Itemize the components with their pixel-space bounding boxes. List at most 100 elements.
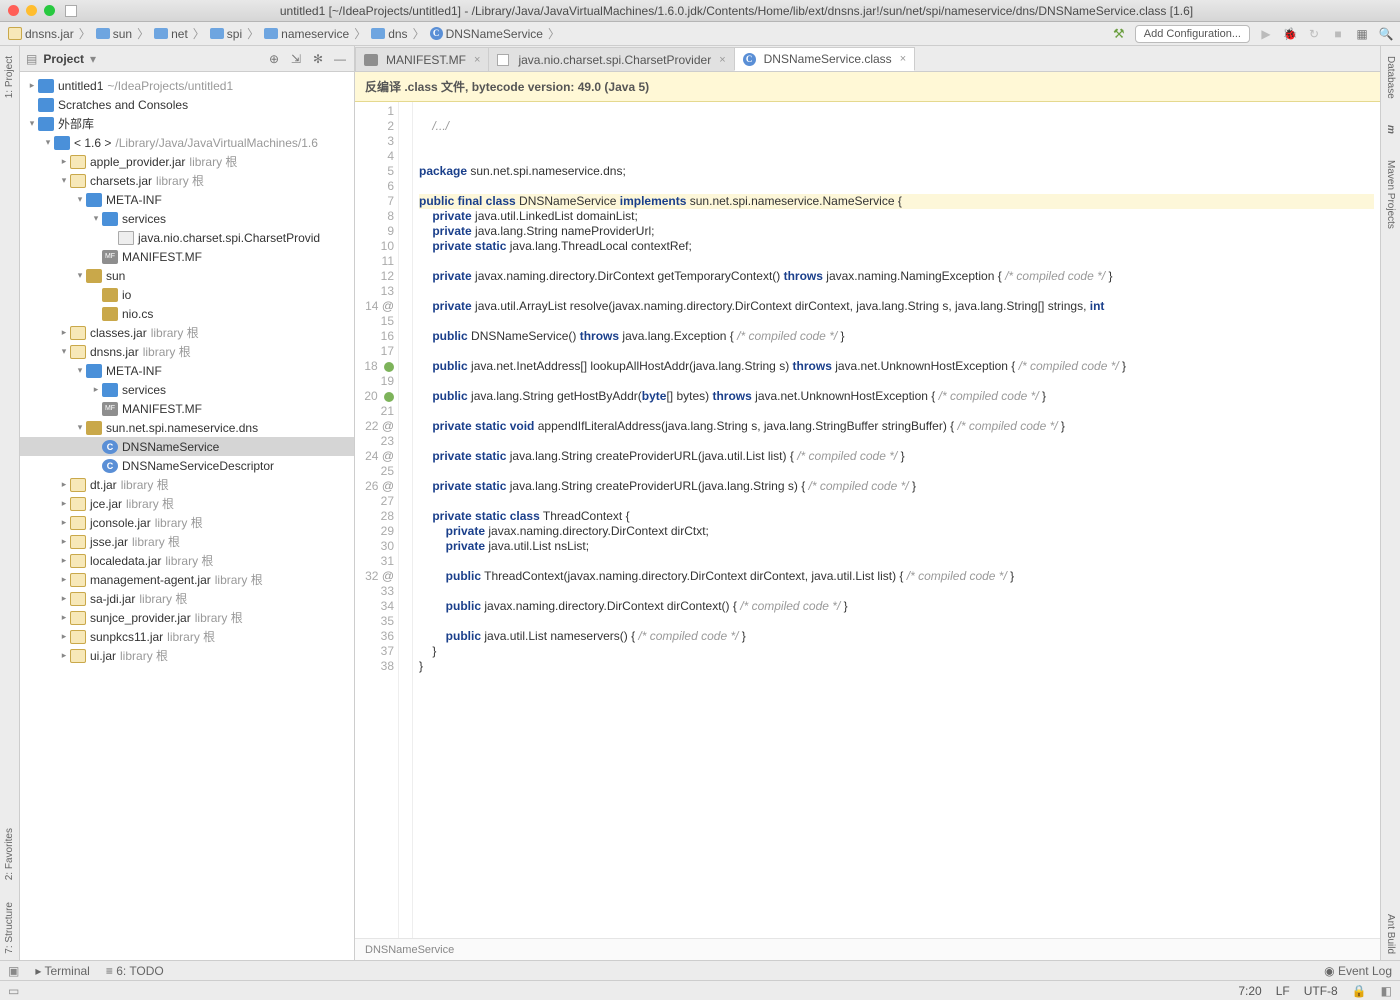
editor-area: MANIFEST.MF×java.nio.charset.spi.Charset… <box>355 46 1380 960</box>
left-tool-strip: 1: Project 2: Favorites 7: Structure <box>0 46 20 960</box>
debug-icon[interactable]: 🐞 <box>1282 26 1298 42</box>
tree-row[interactable]: ▸ui.jarlibrary 根 <box>20 646 354 665</box>
right-tool-strip: Database m Maven Projects Ant Build <box>1380 46 1400 960</box>
status-bar: ▭ 7:20 LF UTF-8 🔒 ◧ <box>0 980 1400 1000</box>
tree-row[interactable]: ▸sunpkcs11.jarlibrary 根 <box>20 627 354 646</box>
breadcrumb-item[interactable]: dnsns.jar <box>6 27 76 41</box>
stop-icon[interactable]: ■ <box>1330 26 1346 42</box>
traffic-lights <box>8 5 55 16</box>
tree-row[interactable]: DNSNameServiceDescriptor <box>20 456 354 475</box>
tree-row[interactable]: ▸classes.jarlibrary 根 <box>20 323 354 342</box>
tree-row[interactable]: ▸sunjce_provider.jarlibrary 根 <box>20 608 354 627</box>
build-icon[interactable]: ⚒ <box>1111 26 1127 42</box>
chevron-right-icon: 〉 <box>79 25 91 42</box>
chevron-right-icon: 〉 <box>247 25 259 42</box>
tree-row[interactable]: ▸jsse.jarlibrary 根 <box>20 532 354 551</box>
tool-tab-database[interactable]: Database <box>1383 50 1398 105</box>
breadcrumb-item[interactable]: dns <box>369 27 409 41</box>
tool-tab-ant[interactable]: Ant Build <box>1383 908 1398 960</box>
tool-tab-eventlog[interactable]: ◉ Event Log <box>1324 964 1392 978</box>
line-gutter[interactable]: 1234567891011121314 @15161718 1920 2122 … <box>355 102 399 938</box>
tree-row[interactable]: MFMANIFEST.MF <box>20 247 354 266</box>
file-proxy-icon <box>65 5 77 17</box>
tree-row[interactable]: ▸sa-jdi.jarlibrary 根 <box>20 589 354 608</box>
tree-row[interactable]: ▸management-agent.jarlibrary 根 <box>20 570 354 589</box>
breadcrumb[interactable]: dnsns.jar〉sun〉net〉spi〉nameservice〉dns〉DN… <box>6 25 1111 42</box>
tree-row[interactable]: ▾charsets.jarlibrary 根 <box>20 171 354 190</box>
caret-position[interactable]: 7:20 <box>1238 984 1261 998</box>
project-tool-window: ▤ Project ▾ ⊕ ⇲ ✻ — ▸untitled1~/IdeaProj… <box>20 46 355 960</box>
decompile-banner: 反编译 .class 文件, bytecode version: 49.0 (J… <box>355 72 1380 102</box>
tree-row[interactable]: ▾services <box>20 209 354 228</box>
add-configuration-button[interactable]: Add Configuration... <box>1135 25 1250 43</box>
tool-tab-todo[interactable]: ≡ 6: TODO <box>106 964 164 978</box>
editor-tab[interactable]: java.nio.charset.spi.CharsetProvider× <box>488 47 734 71</box>
navigation-bar: dnsns.jar〉sun〉net〉spi〉nameservice〉dns〉DN… <box>0 22 1400 46</box>
close-tab-icon[interactable]: × <box>900 53 906 65</box>
collapse-icon[interactable]: ⇲ <box>288 51 304 67</box>
minimize-window-icon[interactable] <box>26 5 37 16</box>
breadcrumb-item[interactable]: nameservice <box>262 27 351 41</box>
breadcrumb-item[interactable]: sun <box>94 27 134 41</box>
structure-icon[interactable]: ▦ <box>1354 26 1370 42</box>
chevron-right-icon: 〉 <box>354 25 366 42</box>
tree-row[interactable]: MFMANIFEST.MF <box>20 399 354 418</box>
inspector-icon[interactable]: ◧ <box>1381 984 1392 998</box>
tree-row[interactable]: nio.cs <box>20 304 354 323</box>
tool-tab-terminal[interactable]: ▸ Terminal <box>35 964 90 978</box>
status-icon[interactable]: ▭ <box>8 984 19 998</box>
tool-tab-structure[interactable]: 7: Structure <box>2 896 17 960</box>
search-icon[interactable]: 🔍 <box>1378 26 1394 42</box>
close-tab-icon[interactable]: × <box>474 54 480 66</box>
tree-row[interactable]: ▸jce.jarlibrary 根 <box>20 494 354 513</box>
close-window-icon[interactable] <box>8 5 19 16</box>
tree-row[interactable]: ▾< 1.6 >/Library/Java/JavaVirtualMachine… <box>20 133 354 152</box>
tree-row[interactable]: ▸jconsole.jarlibrary 根 <box>20 513 354 532</box>
project-tree[interactable]: ▸untitled1~/IdeaProjects/untitled1Scratc… <box>20 72 354 960</box>
line-ending[interactable]: LF <box>1276 984 1290 998</box>
square-icon[interactable]: ▣ <box>8 964 19 978</box>
settings-icon[interactable]: ✻ <box>310 51 326 67</box>
editor-tab[interactable]: MANIFEST.MF× <box>355 47 489 71</box>
tree-row[interactable]: ▾dnsns.jarlibrary 根 <box>20 342 354 361</box>
tree-row[interactable]: ▸dt.jarlibrary 根 <box>20 475 354 494</box>
tool-tab-project[interactable]: 1: Project <box>2 50 17 104</box>
file-encoding[interactable]: UTF-8 <box>1304 984 1338 998</box>
zoom-window-icon[interactable] <box>44 5 55 16</box>
hide-icon[interactable]: — <box>332 51 348 67</box>
chevron-right-icon: 〉 <box>413 25 425 42</box>
rerun-icon[interactable]: ↻ <box>1306 26 1322 42</box>
tree-row[interactable]: ▸services <box>20 380 354 399</box>
chevron-right-icon: 〉 <box>548 25 560 42</box>
breadcrumb-item[interactable]: spi <box>208 27 244 41</box>
project-title[interactable]: Project <box>43 52 84 66</box>
tool-tab-favorites[interactable]: 2: Favorites <box>2 822 17 886</box>
tree-row[interactable]: ▾外部库 <box>20 114 354 133</box>
tree-row[interactable]: java.nio.charset.spi.CharsetProvid <box>20 228 354 247</box>
tree-row[interactable]: Scratches and Consoles <box>20 95 354 114</box>
locate-icon[interactable]: ⊕ <box>266 51 282 67</box>
window-titlebar: untitled1 [~/IdeaProjects/untitled1] - /… <box>0 0 1400 22</box>
code-editor[interactable]: /.../ package sun.net.spi.nameservice.dn… <box>413 102 1380 938</box>
fold-strip[interactable] <box>399 102 413 938</box>
tree-row[interactable]: ▾META-INF <box>20 361 354 380</box>
close-tab-icon[interactable]: × <box>719 54 725 66</box>
tree-row[interactable]: ▸untitled1~/IdeaProjects/untitled1 <box>20 76 354 95</box>
tree-row[interactable]: ▾sun.net.spi.nameservice.dns <box>20 418 354 437</box>
tree-row[interactable]: ▸apple_provider.jarlibrary 根 <box>20 152 354 171</box>
tree-row[interactable]: DNSNameService <box>20 437 354 456</box>
editor-breadcrumb[interactable]: DNSNameService <box>355 938 1380 960</box>
chevron-right-icon: 〉 <box>193 25 205 42</box>
tree-row[interactable]: ▾META-INF <box>20 190 354 209</box>
tree-row[interactable]: ▸localedata.jarlibrary 根 <box>20 551 354 570</box>
tool-tab-maven-icon[interactable]: m <box>1383 119 1398 140</box>
run-icon[interactable]: ▶ <box>1258 26 1274 42</box>
editor-tab[interactable]: DNSNameService.class× <box>734 47 915 71</box>
tool-tab-maven[interactable]: Maven Projects <box>1383 154 1398 235</box>
tree-row[interactable]: io <box>20 285 354 304</box>
breadcrumb-item[interactable]: DNSNameService <box>428 27 545 41</box>
breadcrumb-item[interactable]: net <box>152 27 190 41</box>
project-header: ▤ Project ▾ ⊕ ⇲ ✻ — <box>20 46 354 72</box>
window-title: untitled1 [~/IdeaProjects/untitled1] - /… <box>81 4 1392 18</box>
tree-row[interactable]: ▾sun <box>20 266 354 285</box>
